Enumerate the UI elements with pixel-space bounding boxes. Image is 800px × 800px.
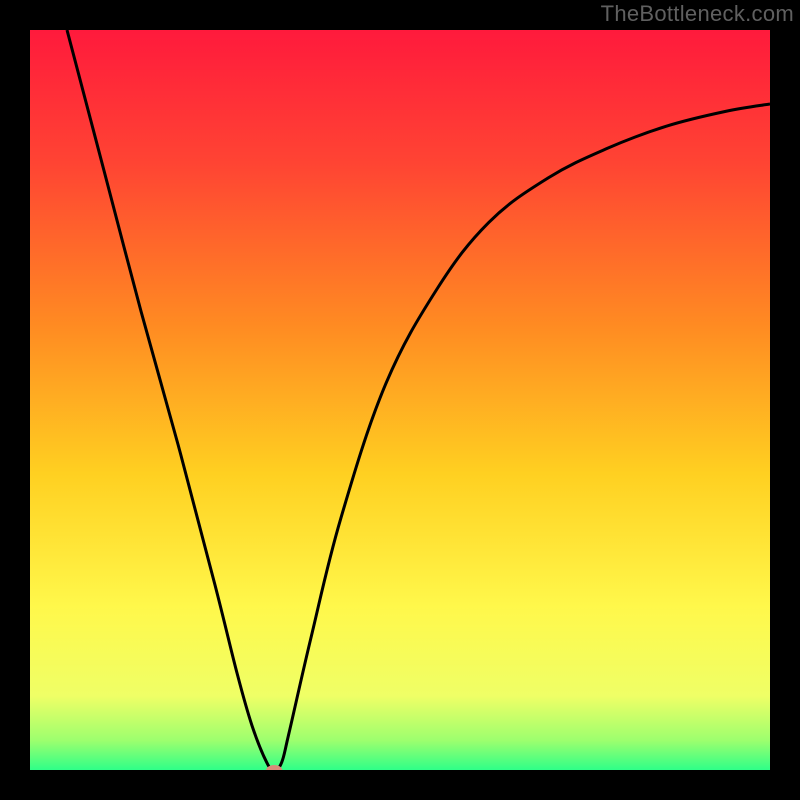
chart-svg	[30, 30, 770, 770]
plot-area	[30, 30, 770, 770]
attribution-text: TheBottleneck.com	[601, 1, 794, 27]
chart-frame: TheBottleneck.com	[0, 0, 800, 800]
chart-background	[30, 30, 770, 770]
